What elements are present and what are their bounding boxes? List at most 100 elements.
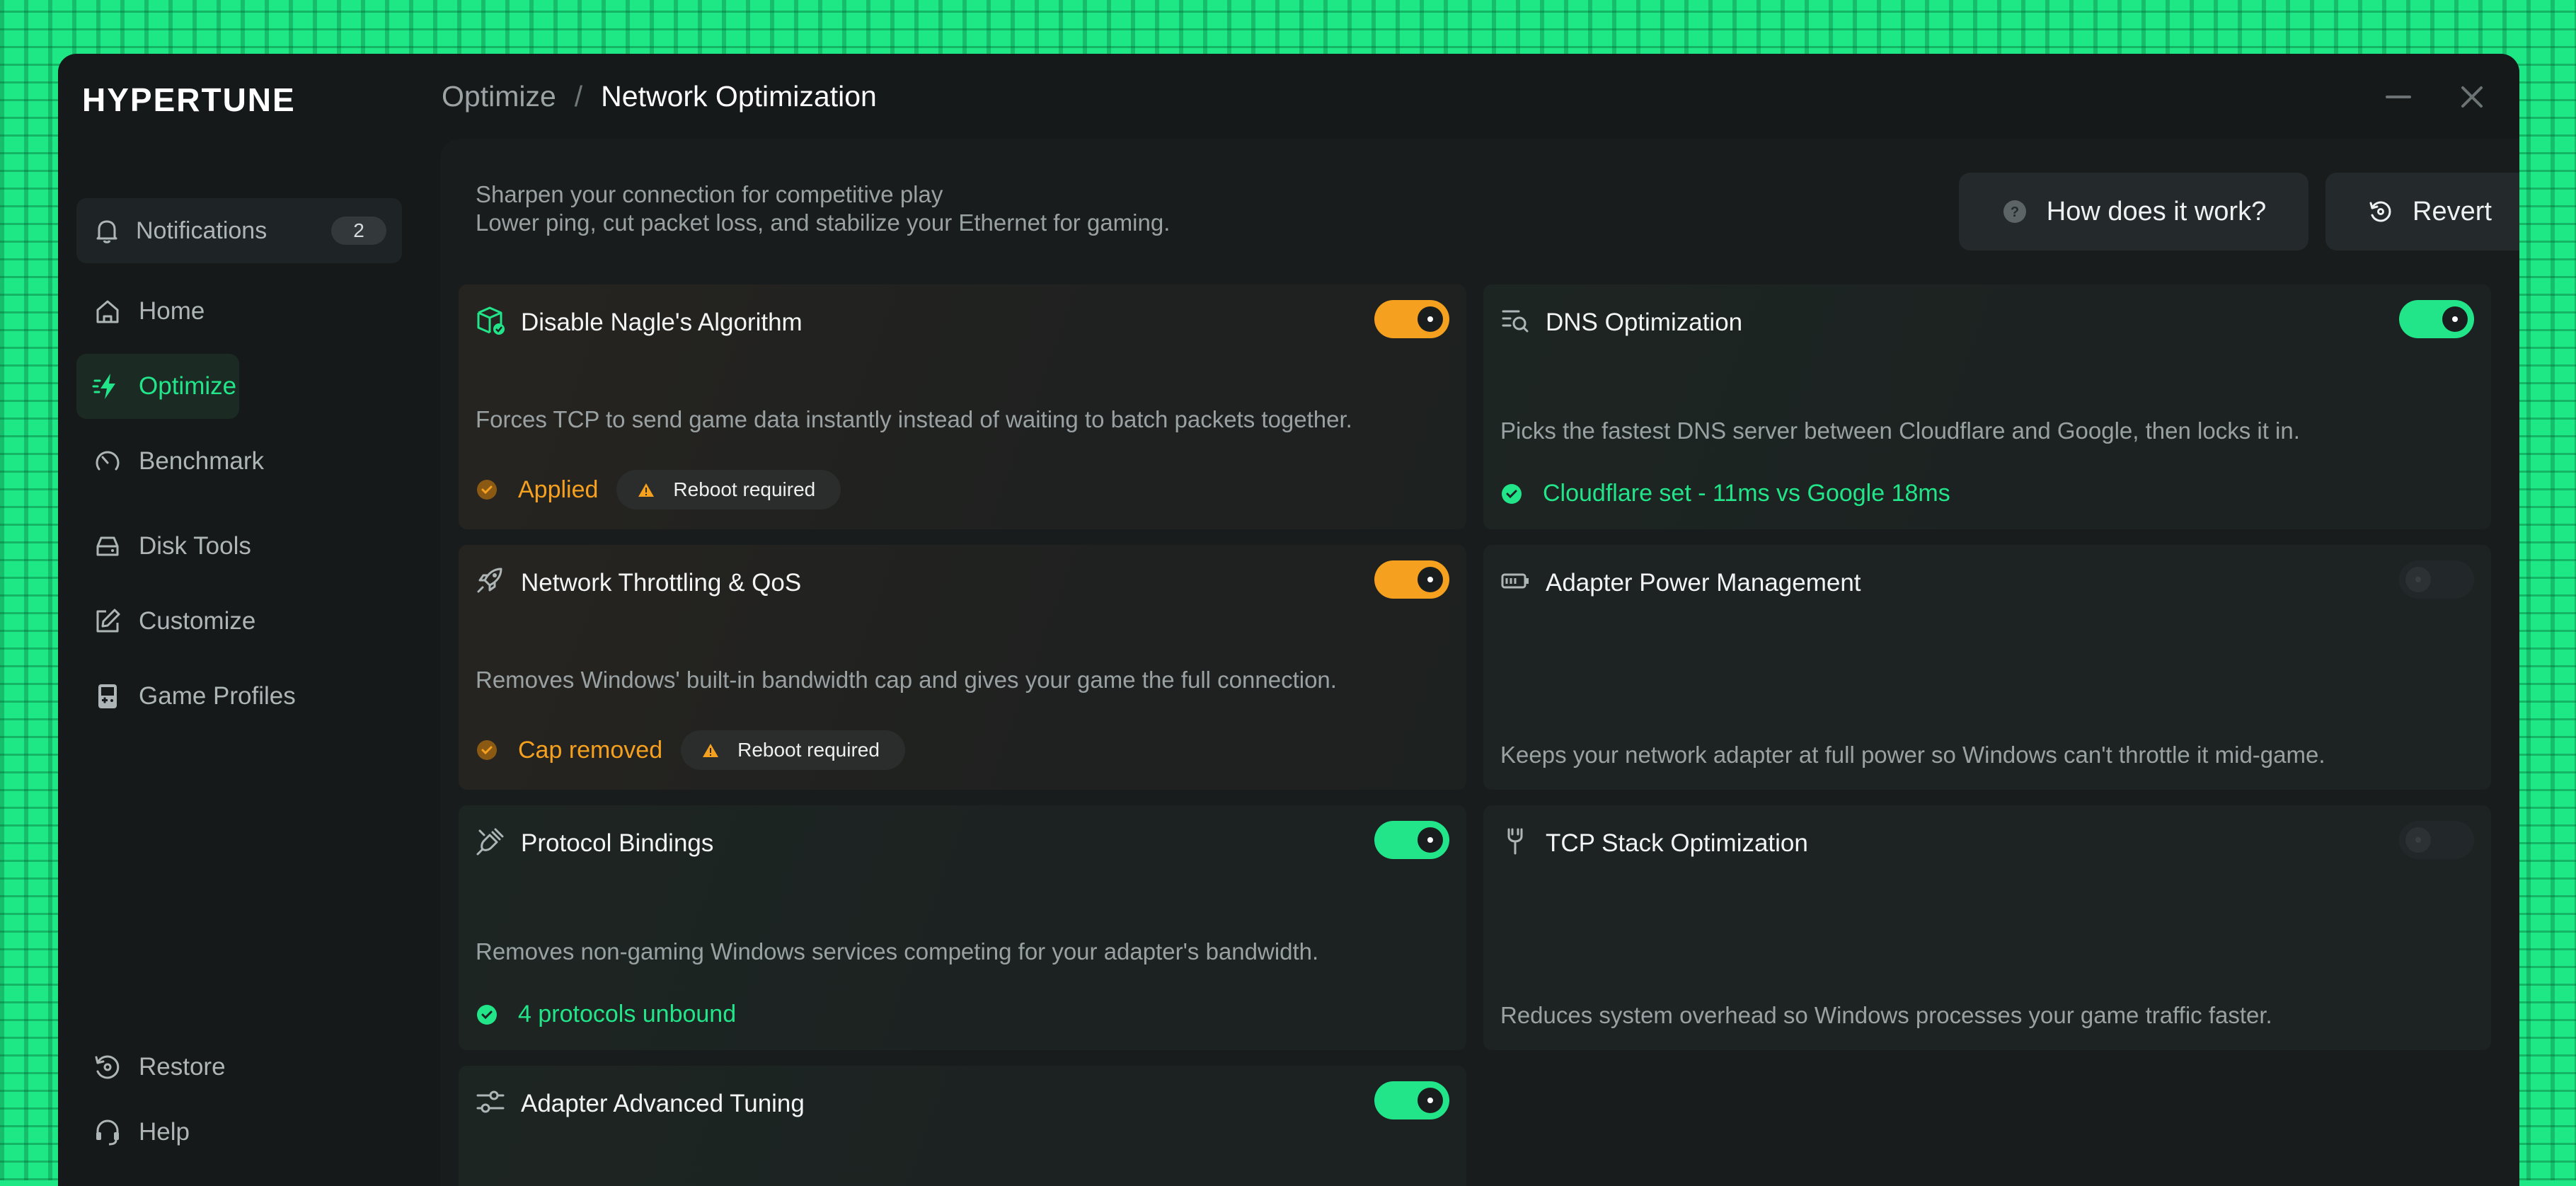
home-icon (96, 300, 119, 323)
sidebar: Notifications 2 Home Optimize Benchmark … (58, 139, 440, 1186)
card-title: Adapter Advanced Tuning (521, 1090, 805, 1117)
edit-icon (96, 609, 120, 633)
sidebar-item-benchmark[interactable]: Benchmark (76, 429, 416, 494)
restore-icon (95, 1055, 120, 1079)
lightning-icon (92, 374, 115, 399)
warning-icon (638, 483, 655, 497)
page-description: Lower ping, cut packet loss, and stabili… (476, 209, 1171, 236)
reboot-required-badge: Reboot required (616, 470, 841, 509)
how-does-it-work-button[interactable]: ? How does it work? (1959, 173, 2308, 251)
sidebar-item-customize[interactable]: Customize (76, 589, 416, 654)
search-list-icon (1502, 310, 1529, 333)
card-title: Network Throttling & QoS (521, 569, 802, 597)
sidebar-item-label: Disk Tools (139, 532, 251, 560)
check-circle-icon (477, 740, 497, 760)
sidebar-item-home[interactable]: Home (76, 279, 416, 344)
sidebar-item-label: Restore (139, 1053, 226, 1081)
tweak-card-throttling: Network Throttling & QoS Removes Windows… (459, 545, 1466, 790)
breadcrumb-separator: / (574, 79, 583, 113)
sidebar-item-label: Optimize (139, 372, 237, 400)
status-text: Cap removed (518, 736, 663, 764)
tweak-card-power-management: Adapter Power Management Keeps your netw… (1483, 545, 2491, 790)
bell-icon (96, 220, 117, 243)
card-status: Cloudflare set - 11ms vs Google 18ms (1500, 480, 1950, 507)
check-circle-icon (477, 1004, 497, 1025)
check-circle-icon (1502, 483, 1522, 504)
main-content: Sharpen your connection for competitive … (440, 139, 2519, 1186)
card-status: Applied Reboot required (476, 470, 841, 509)
card-description: Reduces system overhead so Windows proce… (1500, 1002, 2272, 1028)
headset-icon (96, 1119, 119, 1146)
sidebar-item-disk-tools[interactable]: Disk Tools (76, 514, 416, 579)
close-icon (2461, 86, 2483, 108)
gamepad-icon (98, 684, 117, 708)
notification-count-badge: 2 (331, 217, 386, 245)
tweak-card-nagle: Disable Nagle's Algorithm Forces TCP to … (459, 284, 1466, 529)
notifications-item[interactable]: Notifications 2 (76, 198, 402, 263)
sidebar-item-label: Benchmark (139, 447, 265, 475)
check-circle-icon (477, 480, 497, 500)
card-title: Disable Nagle's Algorithm (521, 309, 803, 336)
power-management-toggle[interactable] (2399, 560, 2474, 599)
battery-icon (1501, 573, 1529, 589)
sidebar-item-label: Customize (139, 607, 256, 635)
disk-icon (96, 536, 119, 556)
plug-icon (476, 828, 504, 856)
protocol-bindings-toggle[interactable] (1374, 821, 1449, 859)
card-title: DNS Optimization (1546, 309, 1743, 336)
card-status: Cap removed Reboot required (476, 730, 905, 770)
sliders-icon (476, 1090, 505, 1113)
card-description: Forces TCP to send game data instantly i… (476, 406, 1352, 432)
tweak-card-tcp-stack: TCP Stack Optimization Reduces system ov… (1483, 805, 2491, 1050)
app-window: HYPERTUNE Optimize / Network Optimizatio… (58, 54, 2519, 1186)
card-title: Protocol Bindings (521, 829, 714, 857)
nagle-toggle[interactable] (1374, 300, 1449, 338)
sidebar-item-label: Home (139, 297, 205, 325)
reboot-required-badge: Reboot required (681, 730, 905, 770)
breadcrumb-parent[interactable]: Optimize (442, 80, 556, 113)
notifications-label: Notifications (136, 217, 268, 244)
sidebar-item-optimize[interactable]: Optimize (76, 354, 239, 419)
svg-text:?: ? (2011, 205, 2019, 220)
revert-label: Revert (2413, 196, 2492, 226)
package-icon (477, 306, 505, 335)
minimize-button[interactable] (2382, 81, 2415, 113)
page-subtitle: Sharpen your connection for competitive … (476, 181, 943, 207)
title-bar: HYPERTUNE Optimize / Network Optimizatio… (58, 54, 2519, 139)
breadcrumb: Optimize / Network Optimization (442, 75, 877, 117)
sidebar-item-game-profiles[interactable]: Game Profiles (76, 664, 416, 729)
revert-icon (2369, 201, 2391, 222)
card-description: Picks the fastest DNS server between Clo… (1500, 418, 2300, 444)
dns-toggle[interactable] (2399, 300, 2474, 338)
app-logo: HYPERTUNE (82, 81, 296, 118)
advanced-tuning-toggle[interactable] (1374, 1081, 1449, 1119)
status-text: 4 protocols unbound (518, 1001, 737, 1027)
sidebar-item-help[interactable]: Help (76, 1100, 416, 1165)
tweak-card-dns: DNS Optimization Picks the fastest DNS s… (1483, 284, 2491, 529)
card-title: TCP Stack Optimization (1546, 829, 1808, 857)
gauge-icon (96, 451, 120, 471)
wrench-icon (1507, 828, 1523, 855)
sidebar-item-label: Help (139, 1118, 190, 1146)
tweak-card-advanced-tuning: Adapter Advanced Tuning (459, 1066, 1466, 1186)
sidebar-item-restore[interactable]: Restore (76, 1035, 416, 1100)
card-description: Removes non-gaming Windows services comp… (476, 938, 1319, 965)
tcp-stack-toggle[interactable] (2399, 821, 2474, 859)
throttling-toggle[interactable] (1374, 560, 1449, 599)
how-does-it-work-label: How does it work? (2046, 196, 2267, 226)
status-text: Cloudflare set - 11ms vs Google 18ms (1543, 480, 1950, 507)
page-title: Network Optimization (601, 79, 877, 113)
warning-icon (703, 744, 719, 757)
card-title: Adapter Power Management (1546, 569, 1861, 597)
card-status: 4 protocols unbound (476, 1001, 736, 1028)
card-description: Keeps your network adapter at full power… (1500, 742, 2325, 768)
card-description: Removes Windows' built-in bandwidth cap … (476, 667, 1337, 693)
help-circle-icon: ? (2003, 200, 2026, 223)
minimize-icon (2386, 96, 2411, 98)
revert-button[interactable]: Revert (2325, 173, 2519, 251)
status-text: Applied (518, 476, 599, 503)
rocket-icon (477, 568, 502, 593)
close-button[interactable] (2456, 81, 2488, 113)
sidebar-item-label: Game Profiles (139, 682, 296, 710)
tweak-card-protocol-bindings: Protocol Bindings Removes non-gaming Win… (459, 805, 1466, 1050)
